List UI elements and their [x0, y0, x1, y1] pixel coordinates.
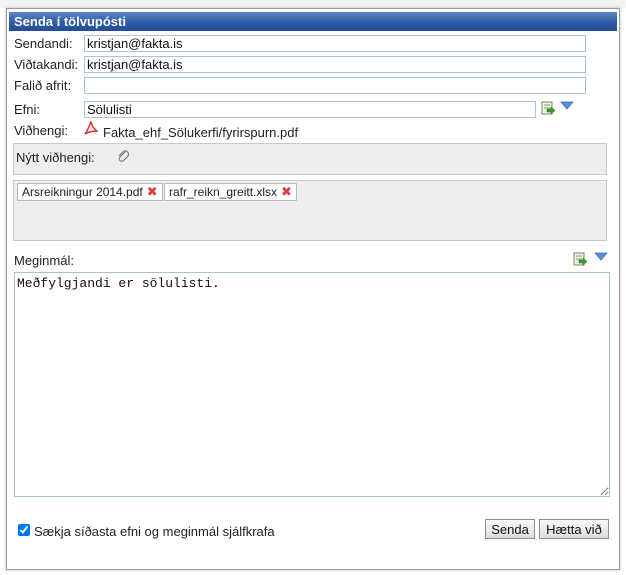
email-dialog: Senda í tölvupósti Sendandi: Viðtakandi:…: [6, 8, 620, 570]
dialog-title: Senda í tölvupósti: [9, 12, 617, 31]
auto-fetch-label: Sækja síðasta efni og meginmál sjálfkraf…: [34, 524, 275, 539]
subject-input[interactable]: [84, 101, 536, 118]
recipient-input[interactable]: [84, 56, 586, 73]
pdf-icon: [84, 121, 98, 135]
background-strip: [0, 0, 626, 8]
dropdown-arrow-icon[interactable]: [594, 252, 608, 262]
remove-icon[interactable]: ✖: [281, 184, 292, 200]
attachment-label: Viðhengi:: [14, 123, 68, 138]
body-label: Meginmál:: [14, 253, 74, 268]
dropdown-arrow-icon[interactable]: [560, 101, 574, 111]
new-attachment-panel: Nýtt viðhengi:: [13, 143, 607, 175]
insert-template-icon[interactable]: [541, 101, 555, 115]
auto-fetch-checkbox[interactable]: [18, 524, 30, 536]
bcc-label: Falið afrit:: [14, 78, 72, 93]
send-button[interactable]: Senda: [485, 519, 535, 539]
attached-file-name: rafr_reikn_greitt.xlsx: [169, 185, 278, 199]
body-textarea[interactable]: Meðfylgjandi er sölulisti.: [14, 272, 610, 497]
sender-input[interactable]: [84, 35, 586, 52]
sender-label: Sendandi:: [14, 36, 73, 51]
attached-files-panel: Arsreikningur 2014.pdf ✖ rafr_reikn_greit…: [13, 180, 607, 241]
remove-icon[interactable]: ✖: [147, 184, 158, 200]
bcc-input[interactable]: [84, 77, 586, 94]
paperclip-icon[interactable]: [116, 149, 130, 163]
attached-file-chip: Arsreikningur 2014.pdf ✖: [17, 183, 163, 201]
new-attachment-label: Nýtt viðhengi:: [16, 150, 95, 165]
recipient-label: Viðtakandi:: [14, 57, 79, 72]
insert-template-icon[interactable]: [573, 252, 587, 266]
attached-file-name: Arsreikningur 2014.pdf: [22, 185, 143, 199]
attached-file-chip: rafr_reikn_greitt.xlsx ✖: [164, 183, 297, 201]
subject-label: Efni:: [14, 102, 41, 117]
attachment-file-link[interactable]: Fakta_ehf_Sölukerfi/fyrirspurn.pdf: [103, 125, 298, 140]
cancel-button[interactable]: Hætta við: [539, 519, 609, 539]
